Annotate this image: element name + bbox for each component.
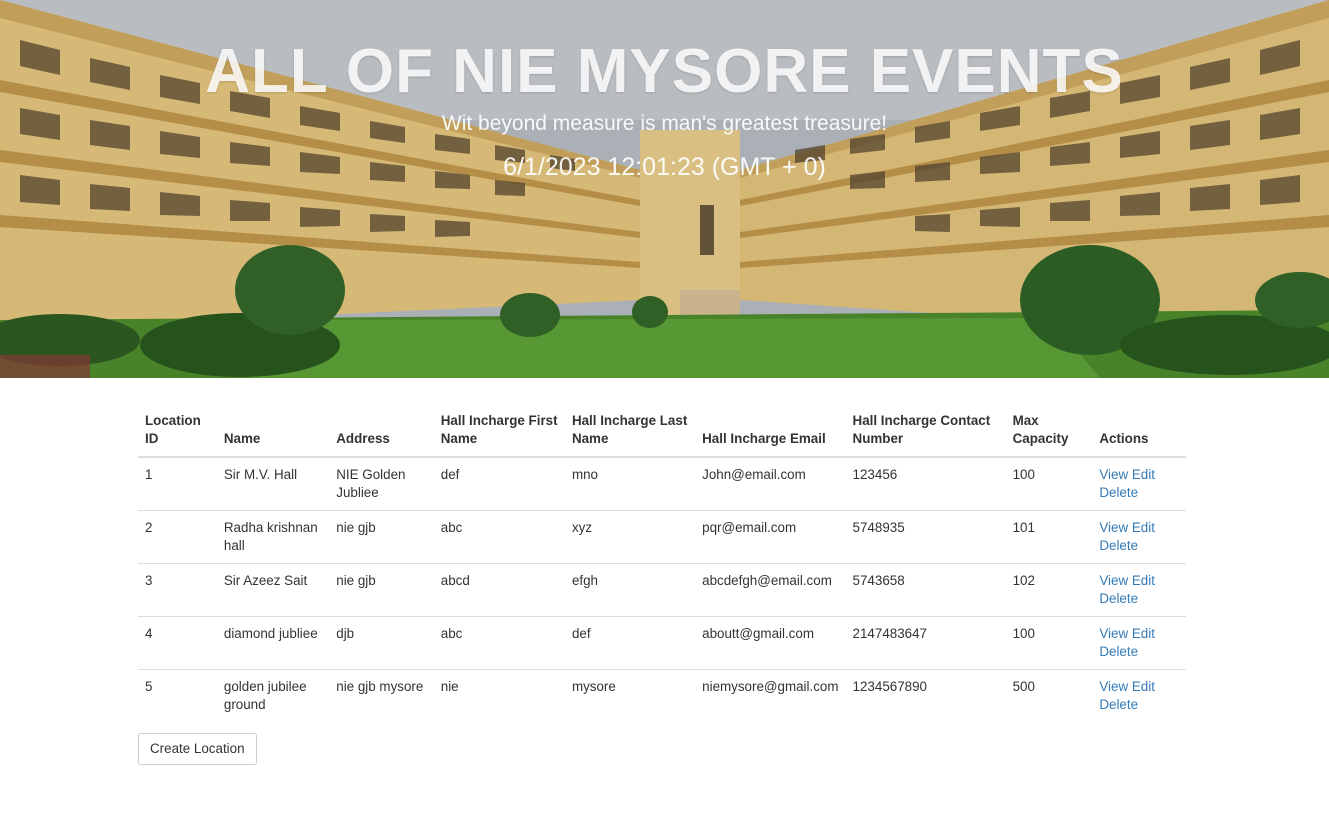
hero-banner: ALL OF NIE MYSORE EVENTS Wit beyond meas… (0, 0, 1329, 378)
current-datetime: 6/1/2023 12:01:23 (GMT + 0) (503, 153, 826, 181)
cell-address: NIE Golden Jubliee (329, 457, 434, 511)
edit-link[interactable]: Edit (1132, 467, 1155, 482)
table-row: 4 diamond jubliee djb abc def aboutt@gma… (138, 616, 1186, 670)
cell-last-name: efgh (564, 563, 696, 617)
view-link[interactable]: View (1099, 467, 1128, 482)
cell-name: diamond jubliee (216, 616, 330, 670)
cell-last-name: def (564, 616, 696, 670)
cell-first-name: abc (433, 510, 565, 564)
cell-actions: View Edit Delete (1092, 616, 1186, 670)
table-row: 2 Radha krishnan hall nie gjb abc xyz pq… (138, 510, 1186, 564)
cell-contact: 1234567890 (852, 679, 928, 694)
header-capacity: Max Capacity (1005, 404, 1093, 458)
cell-last-name: xyz (564, 510, 696, 564)
cell-location-id: 3 (138, 563, 217, 617)
cell-address: nie gjb (329, 563, 434, 617)
view-link[interactable]: View (1099, 679, 1128, 694)
cell-email: John@email.com (695, 457, 846, 511)
cell-contact: 5743658 (845, 563, 1006, 617)
create-location-button[interactable]: Create Location (138, 733, 257, 765)
view-link[interactable]: View (1099, 573, 1128, 588)
cell-actions: View Edit Delete (1092, 563, 1186, 617)
cell-actions: View Edit Delete (1092, 457, 1186, 511)
cell-address: nie gjb (329, 510, 434, 564)
cell-location-id: 1 (138, 457, 217, 511)
edit-link[interactable]: Edit (1132, 520, 1155, 535)
cell-actions: View Edit Delete (1092, 670, 1186, 723)
table-row: 3 Sir Azeez Sait nie gjb abcd efgh abcde… (138, 563, 1186, 617)
cell-capacity: 100 (1005, 457, 1093, 511)
cell-contact: 2147483647 (845, 616, 1006, 670)
cell-last-name: mysore (571, 679, 616, 694)
header-address: Address (329, 404, 434, 458)
cell-contact: 123456 (845, 457, 1006, 511)
cell-first-name: abcd (433, 563, 565, 617)
cell-address: djb (329, 616, 434, 670)
table-header-row: Location ID Name Address Hall Incharge F… (138, 404, 1186, 458)
delete-link[interactable]: Delete (1099, 485, 1138, 500)
cell-capacity: 100 (1005, 616, 1093, 670)
locations-section: Location ID Name Address Hall Incharge F… (138, 404, 1186, 765)
header-location-id: Location ID (138, 404, 217, 458)
header-name: Name (216, 404, 330, 458)
table-row: 5 golden jubilee ground nie gjb mysore n… (138, 670, 1186, 723)
cell-email: pqr@email.com (695, 510, 846, 564)
cell-location-id: 5 (145, 679, 153, 694)
cell-email: aboutt@gmail.com (695, 616, 846, 670)
edit-link[interactable]: Edit (1132, 573, 1155, 588)
cell-location-id: 2 (138, 510, 217, 564)
cell-name: Sir M.V. Hall (216, 457, 330, 511)
view-link[interactable]: View (1099, 626, 1128, 641)
page-title: ALL OF NIE MYSORE EVENTS (205, 37, 1124, 106)
cell-address: nie gjb mysore (336, 679, 424, 694)
locations-table: Location ID Name Address Hall Incharge F… (138, 404, 1186, 722)
header-contact: Hall Incharge Contact Number (845, 404, 1006, 458)
cell-capacity: 500 (1012, 679, 1035, 694)
delete-link[interactable]: Delete (1099, 644, 1138, 659)
header-email: Hall Incharge Email (695, 404, 846, 458)
delete-link[interactable]: Delete (1099, 697, 1138, 712)
cell-first-name: nie (440, 679, 459, 694)
cell-location-id: 4 (138, 616, 217, 670)
cell-last-name: mno (564, 457, 696, 511)
cell-capacity: 101 (1005, 510, 1093, 564)
cell-contact: 5748935 (845, 510, 1006, 564)
cell-name: Radha krishnan hall (216, 510, 330, 564)
page-subtitle: Wit beyond measure is man's greatest tre… (441, 112, 888, 135)
cell-actions: View Edit Delete (1092, 510, 1186, 564)
cell-email: niemysore@gmail.com (702, 679, 839, 694)
cell-name: Sir Azeez Sait (216, 563, 330, 617)
header-actions: Actions (1092, 404, 1186, 458)
edit-link[interactable]: Edit (1132, 679, 1155, 694)
header-last-name: Hall Incharge Last Name (564, 404, 696, 458)
delete-link[interactable]: Delete (1099, 591, 1138, 606)
cell-first-name: def (433, 457, 565, 511)
delete-link[interactable]: Delete (1099, 538, 1138, 553)
cell-email: abcdefgh@email.com (695, 563, 846, 617)
cell-name: golden jubilee ground (223, 679, 307, 712)
edit-link[interactable]: Edit (1132, 626, 1155, 641)
cell-capacity: 102 (1005, 563, 1093, 617)
view-link[interactable]: View (1099, 520, 1128, 535)
cell-first-name: abc (433, 616, 565, 670)
header-first-name: Hall Incharge First Name (433, 404, 565, 458)
table-row: 1 Sir M.V. Hall NIE Golden Jubliee def m… (138, 457, 1186, 511)
